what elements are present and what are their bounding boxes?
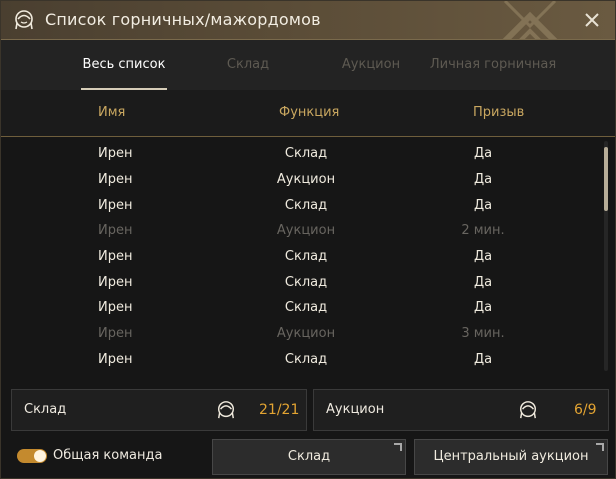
cell-function: Склад — [284, 275, 328, 290]
maid-icon — [15, 10, 33, 30]
cell-function: Аукцион — [276, 172, 336, 187]
cell-function: Аукцион — [276, 326, 336, 341]
table-row[interactable]: Ирен Склад Да — [1, 295, 601, 320]
cell-name: Ирен — [98, 146, 133, 161]
storage-button[interactable]: Склад — [212, 439, 406, 475]
cell-summon: 3 мин. — [461, 326, 505, 341]
tab-storage[interactable]: Склад — [213, 40, 283, 90]
tab-label: Весь список — [82, 57, 166, 72]
cell-summon: Да — [473, 198, 493, 213]
expand-corner-icon — [596, 443, 604, 451]
central-auction-button-label: Центральный аукцион — [433, 449, 589, 464]
auction-summary: Аукцион 6/9 — [313, 389, 609, 431]
cell-summon: Да — [473, 249, 493, 264]
maid-icon — [520, 401, 536, 419]
tab-auction[interactable]: Аукцион — [333, 40, 409, 90]
cell-summon: Да — [473, 352, 493, 367]
cell-summon: 2 мин. — [461, 223, 505, 238]
storage-summary: Склад 21/21 — [11, 389, 307, 431]
tab-bar: Весь список Склад Аукцион Личная горничн… — [1, 40, 615, 90]
cell-name: Ирен — [98, 300, 133, 315]
tab-label: Личная горничная — [429, 57, 557, 72]
cell-function: Склад — [284, 198, 328, 213]
title-decoration — [502, 1, 558, 39]
expand-corner-icon — [394, 443, 402, 451]
close-icon[interactable] — [581, 9, 603, 31]
cell-function: Склад — [284, 146, 328, 161]
table-row[interactable]: Ирен Аукцион 2 мин. — [1, 218, 601, 243]
cell-function: Склад — [284, 249, 328, 264]
common-command-label: Общая команда — [53, 448, 163, 463]
cell-summon: Да — [473, 172, 493, 187]
cell-name: Ирен — [98, 249, 133, 264]
common-command-toggle[interactable] — [17, 449, 47, 463]
table-row[interactable]: Ирен Склад Да — [1, 141, 601, 166]
toggle-knob — [34, 450, 46, 462]
cell-summon: Да — [473, 300, 493, 315]
cell-function: Склад — [284, 300, 328, 315]
cell-name: Ирен — [98, 326, 133, 341]
header-function: Функция — [279, 105, 340, 120]
tab-all-list[interactable]: Весь список — [81, 40, 167, 90]
auction-summary-label: Аукцион — [326, 402, 385, 417]
tab-label: Склад — [226, 57, 270, 72]
header-name: Имя — [98, 105, 126, 120]
table-row[interactable]: Ирен Склад Да — [1, 347, 601, 372]
maid-icon — [218, 401, 234, 419]
auction-count: 6/9 — [574, 402, 597, 418]
table-header: Имя Функция Призыв — [1, 90, 615, 137]
header-summon: Призыв — [473, 105, 525, 120]
table-row[interactable]: Ирен Аукцион 3 мин. — [1, 321, 601, 346]
title-bar[interactable]: Список горничных/мажордомов — [1, 1, 615, 40]
cell-name: Ирен — [98, 352, 133, 367]
table-row[interactable]: Ирен Склад Да — [1, 270, 601, 295]
tab-personal-maid[interactable]: Личная горничная — [427, 40, 559, 90]
tab-label: Аукцион — [341, 57, 401, 72]
cell-name: Ирен — [98, 172, 133, 187]
storage-count: 21/21 — [259, 402, 300, 418]
cell-summon: Да — [473, 275, 493, 290]
window-title: Список горничных/мажордомов — [45, 10, 321, 29]
storage-button-label: Склад — [287, 449, 331, 464]
central-auction-button[interactable]: Центральный аукцион — [414, 439, 608, 475]
cell-name: Ирен — [98, 275, 133, 290]
maid-table-body: Ирен Склад Да Ирен Аукцион Да Ирен Склад… — [1, 139, 615, 375]
table-row[interactable]: Ирен Склад Да — [1, 244, 601, 269]
maid-list-window: Список горничных/мажордомов Весь список … — [0, 0, 616, 479]
cell-name: Ирен — [98, 223, 133, 238]
cell-name: Ирен — [98, 198, 133, 213]
cell-summon: Да — [473, 146, 493, 161]
table-row[interactable]: Ирен Аукцион Да — [1, 167, 601, 192]
cell-function: Склад — [284, 352, 328, 367]
table-row[interactable]: Ирен Склад Да — [1, 193, 601, 218]
cell-function: Аукцион — [276, 223, 336, 238]
storage-summary-label: Склад — [24, 402, 67, 417]
